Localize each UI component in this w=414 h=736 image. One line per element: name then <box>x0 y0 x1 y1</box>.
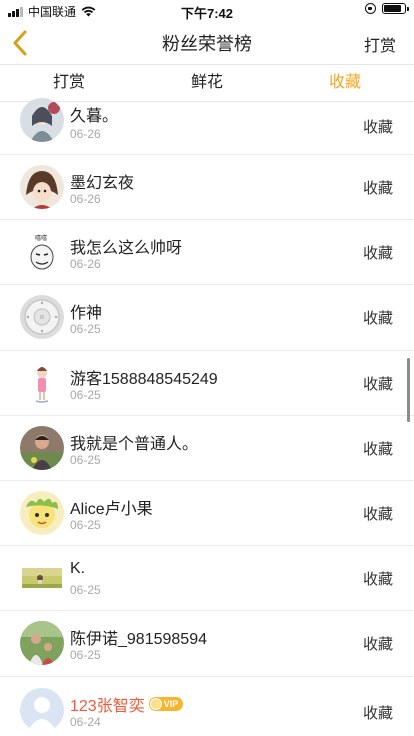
vip-badge: VIP <box>148 696 184 711</box>
action-type: 收藏 <box>362 505 393 523</box>
action-date: 06-25 <box>70 387 101 402</box>
action-type: 收藏 <box>362 310 393 328</box>
user-name: 123张智奕 <box>70 697 145 715</box>
user-name: K. <box>70 560 86 578</box>
avatar <box>20 98 64 142</box>
user-name: 陈伊诺_981598594 <box>70 631 207 649</box>
action-type: 收藏 <box>362 440 393 458</box>
battery-icon <box>382 3 409 14</box>
action-type: 收藏 <box>362 704 393 722</box>
list-item[interactable]: 我就是个普通人。 06-25 收藏 <box>0 416 414 481</box>
user-name: 我怎么这么帅呀 <box>70 240 183 258</box>
action-type: 收藏 <box>362 245 393 263</box>
chevron-left-icon <box>13 30 27 56</box>
action-date: 06-25 <box>70 648 101 663</box>
list-item[interactable]: 作神 06-25 收藏 <box>0 285 414 351</box>
user-name: 久暮。 <box>70 108 119 125</box>
action-date: 06-26 <box>70 257 101 272</box>
status-bar: 中国联通 下午7:42 <box>0 0 414 22</box>
vip-coin-icon <box>149 697 162 710</box>
user-name: Alice卢小果 <box>70 500 153 518</box>
list-item[interactable]: 嘻嘻 我怎么这么帅呀 06-26 收藏 <box>0 220 414 286</box>
list-item[interactable]: 123张智奕 VIP 06-24 收藏 <box>0 677 414 736</box>
action-type: 收藏 <box>362 119 393 136</box>
user-name: 作神 <box>70 305 103 323</box>
list-item[interactable]: Alice卢小果 06-25 收藏 <box>0 481 414 547</box>
action-type: 收藏 <box>362 180 393 197</box>
action-date: 06-25 <box>70 322 101 337</box>
avatar <box>20 425 64 470</box>
orientation-lock-icon <box>365 3 376 14</box>
action-type: 收藏 <box>362 571 393 589</box>
action-date: 06-25 <box>70 583 101 598</box>
user-name: 我就是个普通人。 <box>70 435 199 453</box>
avatar <box>20 621 64 666</box>
action-date: 06-26 <box>70 127 101 141</box>
action-date: 06-25 <box>70 517 101 532</box>
user-name: 墨幻玄夜 <box>70 175 135 192</box>
page-title: 粉丝荣誉榜 <box>162 34 252 54</box>
list-item[interactable]: 墨幻玄夜 06-26 收藏 <box>0 155 414 221</box>
tip-button[interactable]: 打赏 <box>364 32 396 56</box>
action-type: 收藏 <box>362 375 393 393</box>
scrollbar[interactable] <box>407 358 410 422</box>
list-item[interactable]: 游客1588848545249 06-25 收藏 <box>0 351 414 416</box>
avatar <box>20 490 64 535</box>
action-date: 06-26 <box>70 192 101 206</box>
status-right <box>365 3 409 14</box>
action-date: 06-25 <box>70 452 101 467</box>
user-name: 游客1588848545249 <box>70 370 218 388</box>
list-item[interactable]: 陈伊诺_981598594 06-25 收藏 <box>0 611 414 677</box>
avatar <box>20 295 64 340</box>
status-time: 下午7:42 <box>180 6 234 21</box>
list-item[interactable]: K. 06-25 收藏 <box>0 546 414 612</box>
fan-list: 久暮。 06-26 收藏 墨幻玄夜 06-26 收藏 嘻嘻 我怎么这么帅呀 06… <box>0 92 414 736</box>
avatar <box>20 165 64 209</box>
list-item[interactable]: 久暮。 06-26 收藏 <box>0 92 414 155</box>
nav-header: 粉丝荣誉榜 打赏 <box>0 22 414 64</box>
avatar <box>20 360 64 405</box>
action-date: 06-24 <box>70 714 101 729</box>
back-button[interactable] <box>8 28 32 58</box>
action-type: 收藏 <box>362 636 393 654</box>
avatar: 嘻嘻 <box>20 230 64 275</box>
avatar <box>20 687 64 732</box>
svg-text:嘻嘻: 嘻嘻 <box>35 234 47 242</box>
avatar <box>20 556 64 601</box>
